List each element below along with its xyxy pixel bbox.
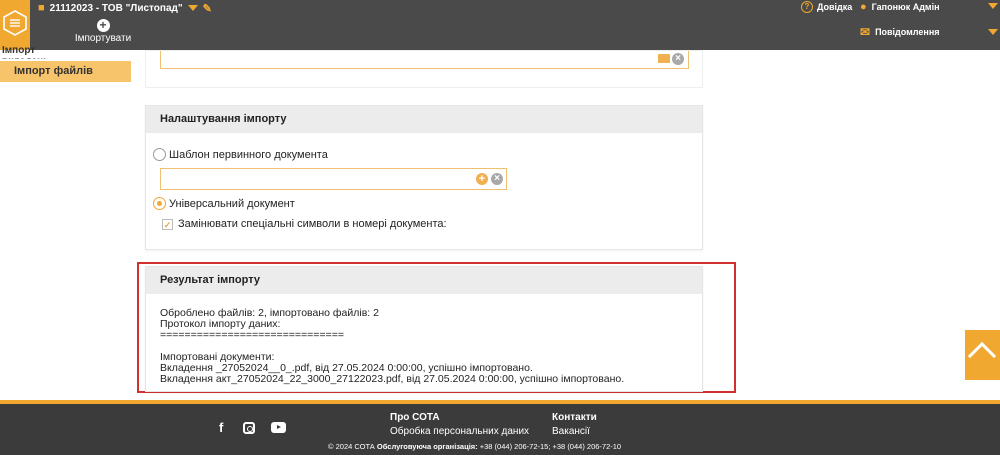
clear-icon[interactable]: × <box>491 173 503 185</box>
user-icon: ● <box>860 1 867 13</box>
footer-contacts: Контакти Вакансії <box>552 411 597 439</box>
facebook-icon[interactable]: f <box>219 420 223 435</box>
help-label: Довідка <box>817 2 853 12</box>
import-settings-panel: Налаштування імпорту Шаблон первинного д… <box>145 105 703 250</box>
app-logo[interactable] <box>0 0 30 50</box>
footer-contacts-title: Контакти <box>552 412 597 423</box>
top-bar: ■ 21112023 - ТОВ "Листопад" ✎ + Імпортув… <box>0 0 1000 50</box>
copyright-text: © 2024 СОТА <box>328 442 375 451</box>
result-log: Оброблено файлів: 2, імпортовано файлів:… <box>146 294 702 385</box>
phones: +38 (044) 206-72-15; +38 (044) 206-72-10 <box>479 442 622 451</box>
import-button-label: Імпортувати <box>74 33 132 44</box>
notifications-label: Повідомлення <box>875 27 940 37</box>
youtube-icon[interactable] <box>271 422 286 433</box>
footer-about-title: Про СОТА <box>390 412 440 423</box>
import-result-panel: Результат імпорту Оброблено файлів: 2, і… <box>145 266 703 392</box>
template-radio[interactable] <box>153 148 166 161</box>
edit-icon[interactable]: ✎ <box>203 2 212 15</box>
option-universal-label: Універсальний документ <box>169 197 295 210</box>
result-title: Результат імпорту <box>146 267 702 294</box>
chevron-down-icon <box>187 5 198 11</box>
user-chevron-down-icon[interactable] <box>988 3 998 9</box>
add-icon[interactable]: + <box>476 173 488 185</box>
user-menu[interactable]: ● Гапонюк Адмін <box>860 0 940 14</box>
result-line: Вкладення акт_27052024_22_3000_27122023.… <box>160 373 625 385</box>
user-name: Гапонюк Адмін <box>871 2 940 12</box>
option-template-label: Шаблон первинного документа <box>169 148 328 161</box>
file-panel: × <box>145 50 703 88</box>
sidebar-section-title: Імпорт вкладень <box>2 45 49 59</box>
replace-symbols-label: Замінювати спеціальні символи в номері д… <box>178 218 447 230</box>
instagram-icon[interactable] <box>243 422 255 434</box>
company-selector[interactable]: ■ 21112023 - ТОВ "Листопад" ✎ <box>38 1 212 15</box>
result-line: ============================== <box>160 329 344 341</box>
folder-icon[interactable] <box>658 54 670 63</box>
plus-circle-icon: + <box>96 19 110 32</box>
file-path-input[interactable]: × <box>160 51 689 69</box>
replace-symbols-checkbox[interactable]: ✓ <box>162 218 173 230</box>
company-name: 21112023 - ТОВ "Листопад" <box>49 2 183 14</box>
notifications-chevron-down-icon[interactable] <box>988 29 998 35</box>
scroll-to-top-button[interactable] <box>965 330 1000 380</box>
footer: f Про СОТА Обробка персональних даних Ко… <box>0 404 1000 455</box>
help-link[interactable]: ? Довідка <box>801 0 852 14</box>
option-template-row[interactable]: Шаблон первинного документа <box>153 148 328 161</box>
option-universal-row[interactable]: Універсальний документ <box>153 197 295 210</box>
menu-hex-icon <box>3 10 27 36</box>
footer-about: Про СОТА Обробка персональних даних <box>390 411 529 439</box>
org-label: Обслуговуюча організація: <box>376 442 478 451</box>
envelope-icon: ✉ <box>860 25 871 39</box>
copyright: © 2024 СОТА Обслуговуюча організація: +3… <box>328 442 621 451</box>
replace-symbols-row[interactable]: ✓ Замінювати спеціальні символи в номері… <box>162 218 447 230</box>
template-input[interactable]: + × <box>160 168 507 190</box>
chevron-up-icon <box>967 341 997 371</box>
footer-privacy-link[interactable]: Обробка персональних даних <box>390 425 529 439</box>
notifications-menu[interactable]: ✉ Повідомлення <box>860 25 940 39</box>
sidebar-item-import-files[interactable]: Імпорт файлів <box>0 61 131 82</box>
universal-radio[interactable] <box>153 197 166 210</box>
question-icon: ? <box>801 1 813 13</box>
settings-title: Налаштування імпорту <box>146 106 702 133</box>
clear-icon[interactable]: × <box>672 53 684 65</box>
briefcase-icon: ■ <box>38 2 45 14</box>
import-button[interactable]: + Імпортувати <box>72 19 134 45</box>
footer-vacancies-link[interactable]: Вакансії <box>552 425 597 439</box>
